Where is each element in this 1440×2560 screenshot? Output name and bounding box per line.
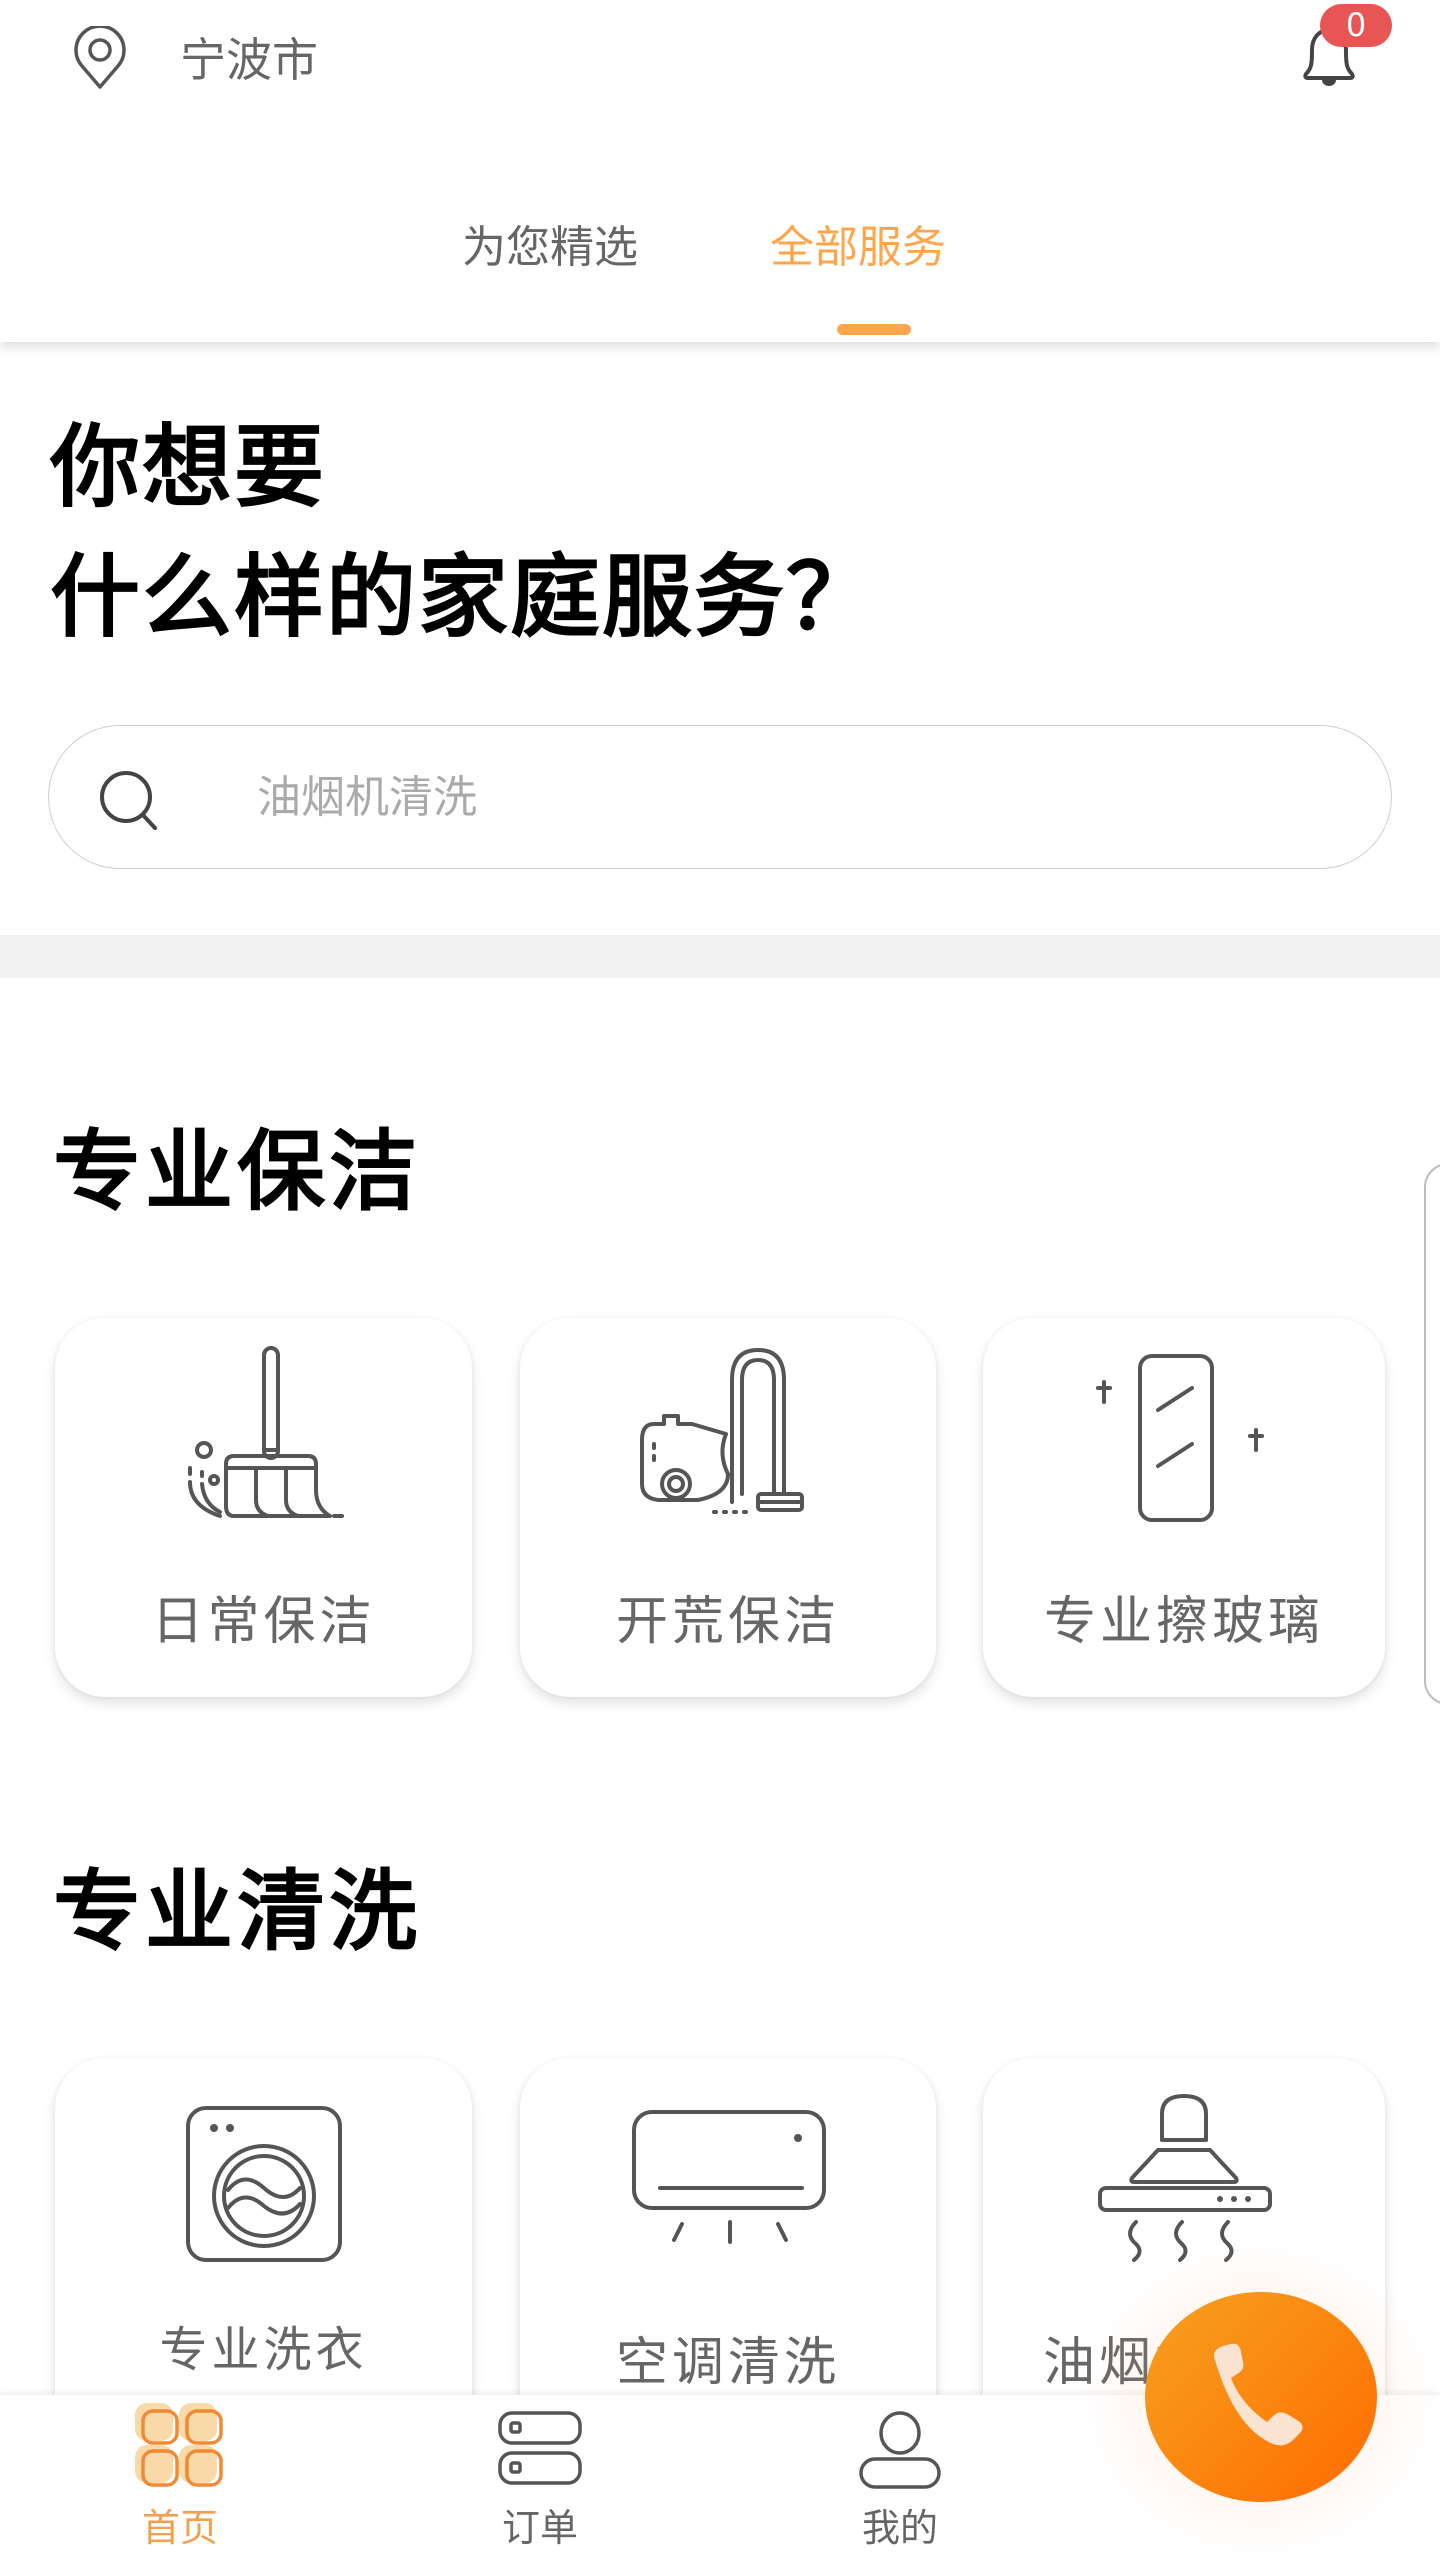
service-label: 空调清洗 [615, 2333, 840, 2393]
headline-line-2: 什么样的家庭服务？ [50, 545, 878, 650]
call-button[interactable] [1145, 2292, 1377, 2502]
map-pin-icon[interactable] [70, 24, 130, 90]
top-header: 宁波市 0 为您精选 全部服务 [0, 0, 1440, 342]
headline-line-1: 你想要 [50, 415, 326, 520]
washing-machine-icon [184, 2104, 344, 2264]
service-label: 开荒保洁 [615, 1592, 840, 1652]
air-conditioner-icon [628, 2108, 828, 2248]
nav-label: 订单 [501, 2506, 578, 2550]
nav-item-home[interactable]: 首页 [0, 2395, 360, 2560]
partial-side-panel[interactable] [1424, 1163, 1440, 1705]
nav-label: 首页 [141, 2506, 218, 2550]
broom-icon [164, 1340, 364, 1530]
active-tab-indicator [837, 324, 911, 335]
notification-badge: 0 [1320, 4, 1392, 47]
vacuum-cleaner-icon [628, 1344, 828, 1530]
section-title-cleaning: 专业保洁 [53, 1120, 422, 1223]
nav-item-profile[interactable]: 我的 [720, 2395, 1080, 2560]
section-title-washing: 专业清洗 [53, 1860, 422, 1963]
tab-all-services[interactable]: 全部服务 [770, 220, 946, 276]
service-card-deep-cleaning[interactable]: 开荒保洁 [520, 1318, 936, 1697]
service-card-daily-cleaning[interactable]: 日常保洁 [55, 1318, 472, 1697]
service-card-window-cleaning[interactable]: 专业擦玻璃 [983, 1318, 1385, 1697]
search-input[interactable] [257, 766, 1257, 828]
service-label: 专业洗衣 [159, 2322, 368, 2378]
home-grid-icon [135, 2403, 225, 2493]
section-divider [0, 935, 1440, 978]
search-bar[interactable] [48, 725, 1392, 869]
nav-item-orders[interactable]: 订单 [360, 2395, 720, 2560]
city-selector[interactable]: 宁波市 [180, 30, 318, 90]
service-label: 日常保洁 [151, 1592, 376, 1652]
orders-icon [495, 2403, 585, 2493]
service-label: 专业擦玻璃 [1043, 1592, 1324, 1652]
profile-icon [855, 2403, 945, 2493]
tab-recommended[interactable]: 为您精选 [462, 220, 638, 276]
search-icon [97, 768, 161, 832]
nav-label: 我的 [861, 2506, 938, 2550]
window-glass-icon [1084, 1348, 1284, 1524]
phone-icon [1214, 2343, 1303, 2446]
range-hood-icon [1094, 2092, 1274, 2262]
